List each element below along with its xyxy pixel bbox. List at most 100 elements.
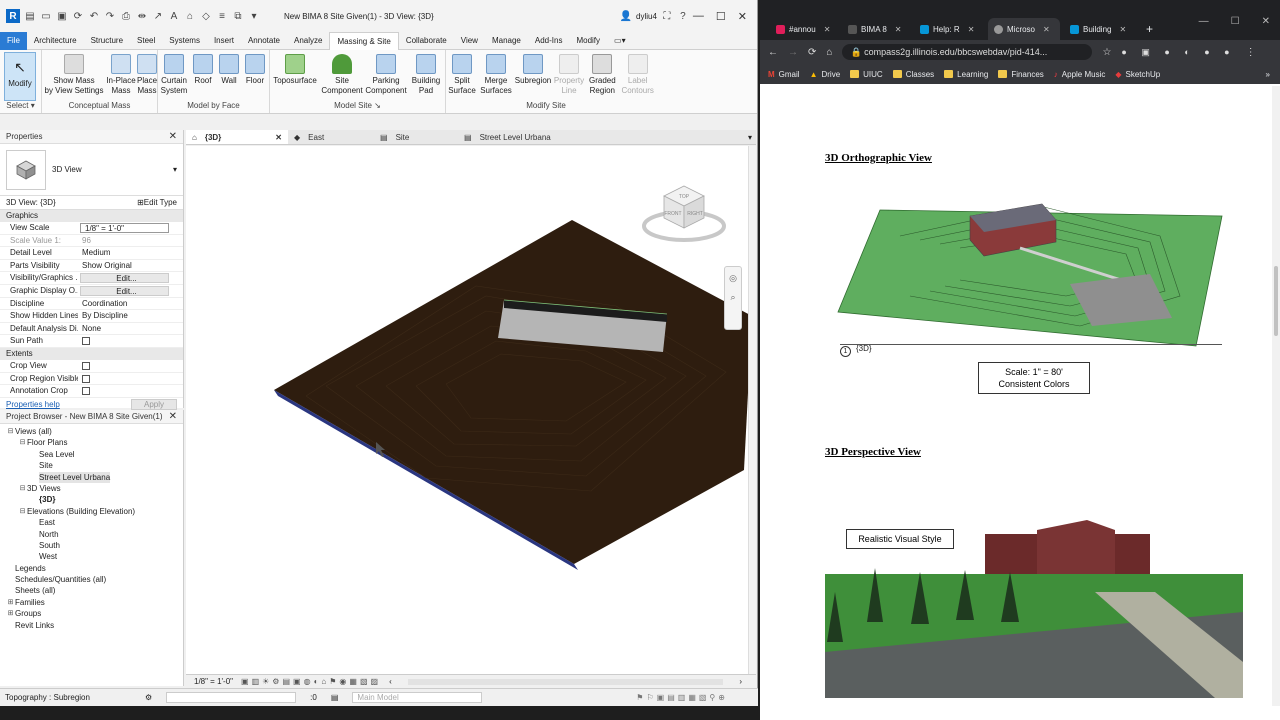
- prop-parts-visibility[interactable]: Parts Visibility Show Original: [0, 260, 183, 273]
- prop-show-hidden-lines[interactable]: Show Hidden Lines By Discipline: [0, 310, 183, 323]
- user-icon[interactable]: 👤: [620, 10, 632, 22]
- type-dropdown-icon[interactable]: ▾: [173, 165, 177, 174]
- tab-add-ins[interactable]: Add-Ins: [528, 32, 570, 50]
- qat-dropdown-icon[interactable]: ▾: [248, 10, 260, 22]
- section-graphics[interactable]: Graphics: [0, 210, 183, 222]
- crop-region-checkbox[interactable]: [82, 374, 90, 383]
- annotation-crop-checkbox[interactable]: [82, 387, 90, 396]
- tree-item[interactable]: North: [0, 529, 183, 540]
- tree-item[interactable]: ⊟ Floor Plans: [0, 437, 183, 448]
- page-scrollbar[interactable]: [1272, 86, 1280, 706]
- expand-toggle-icon[interactable]: ⊞: [6, 597, 15, 608]
- design-options-icon[interactable]: ▤: [331, 693, 339, 702]
- folder-icon[interactable]: ▭: [40, 10, 52, 22]
- text-icon[interactable]: A: [168, 10, 180, 22]
- prop-default-analysis[interactable]: Default Analysis Di... None: [0, 323, 183, 336]
- tab-manage[interactable]: Manage: [485, 32, 528, 50]
- more-bookmarks-icon[interactable]: »: [1266, 70, 1280, 79]
- place-mass-button[interactable]: Place Mass: [136, 50, 158, 101]
- tab-massing-site[interactable]: Massing & Site: [329, 31, 399, 50]
- close-icon[interactable]: ✕: [738, 10, 747, 23]
- selection-filter-icons[interactable]: ⚑⚐▣▤▥▦▧⚲⊕: [636, 693, 758, 702]
- viewcube-right-label[interactable]: RIGHT: [687, 211, 703, 217]
- redo-icon[interactable]: ↷: [104, 10, 116, 22]
- back-icon[interactable]: ←: [768, 47, 778, 58]
- chrome-tab-5[interactable]: Building ✕: [1064, 20, 1136, 38]
- cart-icon[interactable]: ⛶: [661, 10, 673, 22]
- tree-item[interactable]: Revit Links: [0, 620, 183, 631]
- site-component-button[interactable]: Site Component: [320, 50, 364, 101]
- tab-collaborate[interactable]: Collaborate: [399, 32, 454, 50]
- new-tab-button[interactable]: +: [1140, 20, 1159, 38]
- bookmark-star-icon[interactable]: ☆: [1102, 47, 1111, 58]
- expand-toggle-icon[interactable]: ⊞: [6, 608, 15, 619]
- viewcube-front-label[interactable]: FRONT: [664, 211, 681, 217]
- extensions-icons[interactable]: ● ▣ ● ◐ ● ●: [1121, 47, 1235, 58]
- view-scale-control[interactable]: 1/8" = 1'-0": [194, 677, 233, 686]
- view-tab-close-icon[interactable]: ✕: [275, 130, 282, 144]
- tree-item[interactable]: Street Level Urbana: [0, 471, 183, 483]
- thin-lines-icon[interactable]: ≡: [216, 10, 228, 22]
- show-mass-button[interactable]: Show Mass by View Settings: [42, 50, 106, 101]
- tab-steel[interactable]: Steel: [130, 32, 162, 50]
- prop-graphic-display[interactable]: Graphic Display O... Edit...: [0, 285, 183, 298]
- view-tab-east[interactable]: ◆ East: [288, 130, 374, 144]
- tab-close-icon[interactable]: ✕: [1043, 25, 1050, 34]
- tree-item[interactable]: ⊞ Groups: [0, 608, 183, 619]
- tab-view[interactable]: View: [454, 32, 485, 50]
- user-name[interactable]: dyliu4: [636, 12, 657, 21]
- expand-toggle-icon[interactable]: ⊟: [18, 483, 27, 494]
- menu-icon[interactable]: ⋮: [1246, 47, 1256, 58]
- inplace-mass-button[interactable]: In-Place Mass: [106, 50, 136, 101]
- tab-close-icon[interactable]: ✕: [1119, 25, 1126, 34]
- expand-toggle-icon[interactable]: ⊟: [18, 506, 27, 517]
- bookmark-sketchup[interactable]: ◆ SketchUp: [1115, 70, 1160, 79]
- hidden-lines-value[interactable]: By Discipline: [78, 310, 183, 322]
- wall-button[interactable]: Wall: [216, 50, 242, 101]
- sync-icon[interactable]: ⟳: [72, 10, 84, 22]
- prop-crop-region-visible[interactable]: Crop Region Visible: [0, 373, 183, 386]
- view-tab-street-level[interactable]: ▤ Street Level Urbana: [458, 130, 557, 144]
- dimension-icon[interactable]: ↗: [152, 10, 164, 22]
- tree-item[interactable]: Site: [0, 460, 183, 471]
- group-select-label[interactable]: Select ▾: [0, 101, 41, 113]
- print-icon[interactable]: ⎙: [120, 10, 132, 22]
- vg-edit-button[interactable]: Edit...: [80, 273, 169, 283]
- edit-type-button[interactable]: ⊞Edit Type: [137, 198, 177, 207]
- switch-windows-icon[interactable]: ⧉: [232, 10, 244, 22]
- tree-item[interactable]: South: [0, 540, 183, 551]
- 3d-view-icon[interactable]: ⌂: [184, 10, 196, 22]
- type-selector[interactable]: 3D View ▾: [0, 144, 183, 196]
- scroll-left-icon[interactable]: ‹: [389, 677, 392, 686]
- curtain-system-button[interactable]: Curtain System: [158, 50, 190, 101]
- bookmark-drive[interactable]: ▲ Drive: [810, 70, 841, 79]
- reload-icon[interactable]: ⟳: [808, 47, 816, 58]
- revit-logo-icon[interactable]: R: [6, 9, 20, 23]
- zoom-icon[interactable]: ⌕: [730, 292, 735, 303]
- view-tab-site[interactable]: ▤ Site: [374, 130, 458, 144]
- prop-visibility-graphics[interactable]: Visibility/Graphics ... Edit...: [0, 272, 183, 285]
- main-model-field[interactable]: Main Model: [352, 692, 483, 703]
- tree-item[interactable]: ⊟ Elevations (Building Elevation): [0, 506, 183, 517]
- chrome-tab-1[interactable]: #annou ✕: [770, 20, 838, 38]
- bookmark-gmail[interactable]: M Gmail: [768, 70, 800, 79]
- chrome-tab-3[interactable]: Help: R ✕: [914, 20, 984, 38]
- tab-annotate[interactable]: Annotate: [241, 32, 287, 50]
- 3d-view-canvas[interactable]: TOP FRONT RIGHT ◎ ⌕: [186, 146, 756, 674]
- tree-item[interactable]: ⊟ Views (all): [0, 426, 183, 437]
- label-contours-button[interactable]: Label Contours: [619, 50, 657, 101]
- measure-icon[interactable]: ⇹: [136, 10, 148, 22]
- workset-field[interactable]: [166, 692, 297, 703]
- parking-component-button[interactable]: Parking Component: [364, 50, 408, 101]
- tab-file[interactable]: File: [0, 31, 27, 50]
- properties-help-link[interactable]: Properties help: [6, 400, 60, 409]
- prop-view-scale[interactable]: View Scale 1/8" = 1'-0": [0, 222, 183, 235]
- view-tab-3d[interactable]: ⌂ {3D} ✕: [186, 130, 288, 144]
- tree-item[interactable]: East: [0, 517, 183, 528]
- analysis-value[interactable]: None: [78, 323, 183, 335]
- apply-button[interactable]: Apply: [130, 399, 177, 411]
- view-scale-field[interactable]: 1/8" = 1'-0": [80, 223, 169, 233]
- viewcube[interactable]: TOP FRONT RIGHT: [640, 180, 730, 250]
- graded-region-button[interactable]: Graded Region: [586, 50, 619, 101]
- help-icon[interactable]: ?: [677, 10, 689, 22]
